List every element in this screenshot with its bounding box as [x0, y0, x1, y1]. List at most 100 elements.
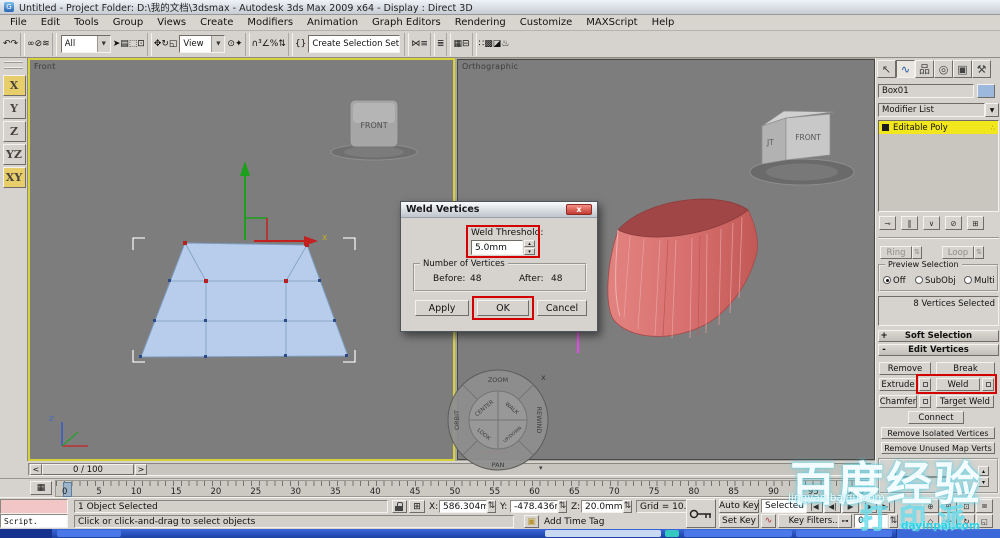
- viewcube-front-label[interactable]: FRONT: [360, 121, 387, 130]
- window-crossing-icon[interactable]: ⊡: [137, 39, 145, 49]
- frame-spinner[interactable]: ⇅: [889, 514, 898, 528]
- menu-item[interactable]: Edit: [34, 16, 67, 29]
- current-frame-field[interactable]: 0: [854, 514, 888, 528]
- remove-unused-map-verts-button[interactable]: Remove Unused Map Verts: [881, 442, 995, 454]
- slider-track[interactable]: [888, 476, 968, 478]
- constraint-z-button[interactable]: Z: [2, 121, 26, 142]
- x-coord-field[interactable]: 586.304mm: [439, 500, 487, 513]
- menu-item[interactable]: MAXScript: [579, 16, 644, 29]
- modifier-list-arrow-icon[interactable]: ▼: [985, 103, 999, 117]
- maxscript-mini-listener[interactable]: Script.: [0, 514, 68, 528]
- taskbar-item[interactable]: [684, 530, 792, 537]
- selection-filter-dropdown[interactable]: All ▼: [60, 35, 111, 53]
- ok-button[interactable]: OK: [477, 300, 529, 316]
- radio-off[interactable]: Off: [883, 276, 906, 286]
- threshold-spinner-up[interactable]: ▴: [524, 240, 535, 247]
- percent-snap-toggle-icon[interactable]: %: [270, 39, 279, 49]
- chamfer-settings-button[interactable]: [919, 395, 931, 408]
- remove-isolated-vertices-button[interactable]: Remove Isolated Vertices: [881, 427, 995, 439]
- make-unique-icon[interactable]: ∨: [923, 216, 940, 230]
- break-button[interactable]: Break: [936, 362, 995, 375]
- z-coord-field[interactable]: 20.0mm: [581, 500, 623, 513]
- wheel-menu-arrow-icon[interactable]: ▾: [539, 464, 543, 472]
- radio-multi-icon[interactable]: [964, 276, 972, 284]
- select-object-icon[interactable]: ➤: [113, 39, 121, 49]
- stack-item-editable-poly[interactable]: Editable Poly ∴: [879, 121, 998, 134]
- extrude-button[interactable]: Extrude: [879, 378, 917, 391]
- time-slider-handle[interactable]: 0 / 100: [42, 464, 134, 475]
- front-viewport[interactable]: Front FRONT x z: [28, 58, 455, 461]
- viewport-label-front[interactable]: Front: [34, 62, 56, 71]
- selection-lock-toggle[interactable]: [392, 500, 407, 513]
- track-bar-ruler[interactable]: 0 5 10 15 20 25 30 35 40 45 50 55 60 65 70 75 80 85 90 95 10…: [55, 480, 868, 497]
- viewcube-front[interactable]: FRONT: [330, 99, 418, 161]
- radio-subobj-icon[interactable]: [915, 276, 923, 284]
- reference-coordinate-system-dropdown[interactable]: View ▼: [179, 35, 226, 53]
- add-time-tag[interactable]: Add Time Tag: [544, 517, 604, 527]
- align-icon[interactable]: ≡: [420, 39, 428, 49]
- create-tab[interactable]: ↖: [877, 60, 896, 78]
- utilities-tab[interactable]: ⚒: [972, 60, 991, 78]
- display-tab[interactable]: ▣: [953, 60, 972, 78]
- selection-filter-dropdown-arrow-icon[interactable]: ▼: [96, 36, 110, 52]
- configure-modifier-sets-icon[interactable]: ⊞: [967, 216, 984, 230]
- radio-off-icon[interactable]: [883, 276, 891, 284]
- next-frame-button[interactable]: |▶: [860, 499, 877, 513]
- menu-item[interactable]: Views: [150, 16, 193, 29]
- named-selection-sets-dropdown[interactable]: Create Selection Set▼: [308, 35, 401, 53]
- subobject-level-icon[interactable]: [882, 124, 889, 131]
- field-of-view-button[interactable]: ◇: [922, 514, 939, 528]
- remove-modifier-icon[interactable]: ⊘: [945, 216, 962, 230]
- dialog-close-button[interactable]: x: [566, 204, 592, 215]
- show-end-result-icon[interactable]: ‖: [901, 216, 918, 230]
- remove-button[interactable]: Remove: [879, 362, 931, 375]
- previous-frame-button[interactable]: ◀|: [824, 499, 841, 513]
- taskbar-item[interactable]: [665, 530, 679, 537]
- select-and-move-icon[interactable]: ✥: [154, 39, 162, 49]
- key-mode-toggle[interactable]: ⊶: [838, 514, 852, 528]
- select-and-manipulate-icon[interactable]: ✦: [235, 39, 243, 49]
- reference-coordinate-system-dropdown-arrow-icon[interactable]: ▼: [211, 36, 225, 52]
- move-gizmo[interactable]: x: [240, 161, 328, 246]
- weld-vertices-dialog[interactable]: Weld Vertices x Weld Threshold: 5.0mm ▴ …: [400, 201, 598, 332]
- loop-spinner[interactable]: ⇅: [974, 246, 984, 259]
- loop-button[interactable]: Loop: [942, 246, 974, 259]
- unlink-selection-icon[interactable]: ⊘: [35, 39, 43, 49]
- threshold-spinner-down[interactable]: ▾: [524, 248, 535, 255]
- radio-subobj[interactable]: SubObj: [915, 276, 956, 286]
- constraint-x-button[interactable]: X: [2, 75, 26, 96]
- viewport-label-orthographic[interactable]: Orthographic: [462, 62, 518, 71]
- render-setup-icon[interactable]: ▩: [484, 39, 493, 49]
- constraint-yz-button[interactable]: YZ: [2, 144, 26, 165]
- pin-stack-icon[interactable]: ⊸: [879, 216, 896, 230]
- weld-threshold-field[interactable]: 5.0mm: [471, 240, 523, 255]
- arc-rotate-button[interactable]: ↻: [958, 514, 975, 528]
- spinner-down-button[interactable]: ▾: [978, 477, 989, 487]
- connect-button[interactable]: Connect: [908, 411, 964, 424]
- rollout-collapse-icon[interactable]: -: [879, 345, 889, 355]
- wheel-close-icon[interactable]: x: [541, 373, 546, 382]
- pan-view-button[interactable]: ✥: [940, 514, 957, 528]
- wheel-zoom-wedge[interactable]: ZOOM: [488, 376, 508, 384]
- goto-end-button[interactable]: ▶|: [878, 499, 895, 513]
- toolbar-drag-handle[interactable]: [4, 61, 23, 69]
- chamfer-button[interactable]: Chamfer: [879, 395, 917, 408]
- viewcube-ortho-front-label[interactable]: FRONT: [795, 133, 821, 142]
- isolate-cube-icon[interactable]: ▣: [524, 515, 539, 528]
- extrude-settings-button[interactable]: [919, 378, 931, 391]
- rollout-expand-icon[interactable]: +: [879, 331, 889, 341]
- y-coord-spinner[interactable]: ⇅: [558, 500, 567, 513]
- taskbar-item[interactable]: [57, 530, 121, 537]
- use-pivot-point-center-icon[interactable]: ⊙: [227, 39, 235, 49]
- ring-spinner[interactable]: ⇅: [912, 246, 922, 259]
- menu-item[interactable]: File: [3, 16, 34, 29]
- absolute-offset-toggle[interactable]: ⊞: [409, 500, 425, 513]
- menu-item[interactable]: Modifiers: [240, 16, 300, 29]
- menu-item[interactable]: Animation: [300, 16, 365, 29]
- rendered-frame-window-icon[interactable]: ◪: [493, 39, 502, 49]
- viewcube-side-label[interactable]: JT: [766, 138, 774, 147]
- select-and-link-icon[interactable]: ∞: [27, 39, 35, 49]
- dialog-titlebar[interactable]: Weld Vertices x: [401, 202, 597, 218]
- angle-snap-toggle-icon[interactable]: ∠: [262, 39, 270, 49]
- taskbar-tray[interactable]: [896, 529, 1000, 538]
